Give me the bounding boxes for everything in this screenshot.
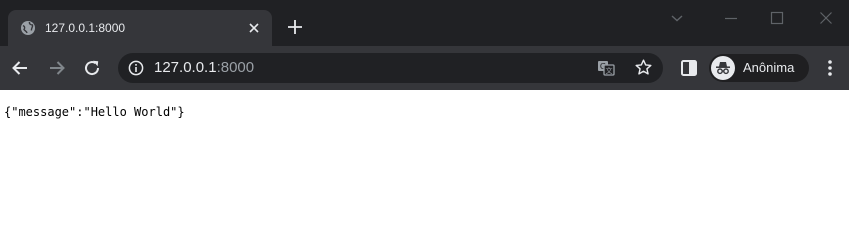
toolbar: 127.0.0.1:8000 G 文 Anônima — [0, 46, 849, 90]
url-port: :8000 — [216, 59, 255, 76]
tab-active[interactable]: 127.0.0.1:8000 — [8, 10, 272, 46]
minimize-icon[interactable] — [721, 8, 741, 28]
globe-icon — [21, 21, 35, 35]
tab-strip: 127.0.0.1:8000 — [0, 0, 849, 46]
tab-search-chevron-icon[interactable] — [667, 8, 687, 28]
url-host: 127.0.0.1 — [154, 59, 217, 76]
incognito-icon — [711, 56, 735, 80]
bookmark-star-icon[interactable] — [634, 58, 653, 77]
forward-arrow-icon[interactable] — [46, 57, 68, 79]
profile-label: Anônima — [743, 60, 795, 75]
new-tab-icon[interactable] — [286, 18, 304, 36]
reload-icon[interactable] — [81, 57, 103, 79]
json-response-text: {"message":"Hello World"} — [4, 105, 185, 119]
url-text[interactable]: 127.0.0.1:8000 — [154, 59, 254, 77]
page-content: {"message":"Hello World"} — [0, 90, 849, 217]
translate-icon[interactable]: G 文 — [597, 59, 615, 77]
site-info-icon[interactable] — [128, 60, 144, 76]
back-arrow-icon[interactable] — [9, 57, 31, 79]
kebab-menu-icon[interactable] — [819, 57, 841, 79]
svg-text:文: 文 — [606, 66, 613, 75]
profile-button[interactable]: Anônima — [709, 54, 809, 82]
address-bar[interactable]: 127.0.0.1:8000 G 文 — [118, 53, 663, 83]
browser-window: 127.0.0.1:8000 127.0.0.1:8000 G 文 Anônim… — [0, 0, 849, 217]
tab-title: 127.0.0.1:8000 — [45, 21, 126, 35]
close-icon[interactable] — [246, 20, 262, 36]
window-close-icon[interactable] — [816, 8, 836, 28]
maximize-icon[interactable] — [767, 8, 787, 28]
side-panel-icon[interactable] — [678, 57, 700, 79]
